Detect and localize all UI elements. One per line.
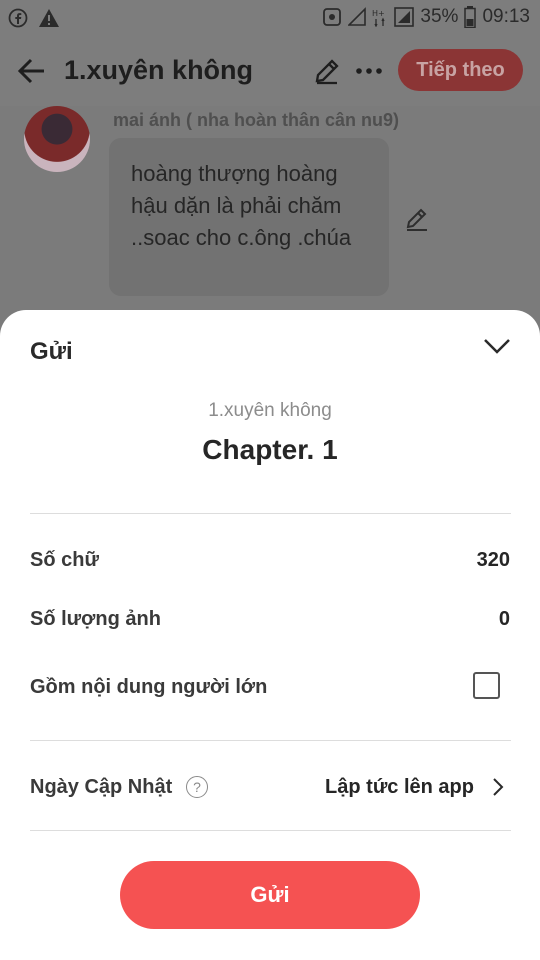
facebook-icon [8, 8, 28, 28]
svg-text:H+: H+ [372, 9, 385, 18]
adult-content-label: Gồm nội dung người lớn [30, 676, 268, 698]
pencil-icon[interactable] [404, 206, 430, 232]
avatar [24, 106, 90, 172]
word-count-value: 320 [476, 549, 510, 571]
pencil-icon[interactable] [312, 56, 342, 86]
status-bar: H+ 35% 09:13 [0, 0, 540, 36]
image-count-label: Số lượng ảnh [30, 608, 161, 630]
chevron-down-icon[interactable] [482, 334, 512, 358]
sheet-title: Gửi [30, 338, 73, 365]
battery-percent: 35% [420, 6, 459, 27]
divider [30, 830, 511, 831]
image-count-value: 0 [498, 608, 510, 630]
word-count-label: Số chữ [30, 549, 99, 571]
chapter-title: 1.xuyên không [64, 55, 254, 85]
warning-icon [38, 8, 60, 28]
data-icon: H+ [372, 7, 388, 27]
app-bar: 1.xuyên không Tiếp theo [0, 36, 540, 106]
help-icon[interactable]: ? [186, 776, 208, 798]
submit-button[interactable]: Gửi [120, 861, 420, 929]
nfc-icon [322, 7, 342, 27]
chapter-name: Chapter. 1 [202, 434, 338, 465]
battery-icon [464, 6, 477, 28]
story-name: 1.xuyên không [208, 400, 332, 421]
more-icon[interactable] [354, 56, 384, 86]
back-arrow-icon[interactable] [16, 54, 50, 88]
divider [30, 513, 511, 514]
chat-area: mai ánh ( nha hoàn thân cân nu9) hoàng t… [0, 106, 540, 326]
signal-icon [348, 7, 367, 27]
publish-sheet: Gửi 1.xuyên không Chapter. 1 Số chữ 320 … [0, 310, 540, 960]
update-date-label: Ngày Cập Nhật [30, 776, 173, 798]
clock: 09:13 [482, 6, 530, 27]
divider [30, 740, 511, 741]
speaker-name: mai ánh ( nha hoàn thân cân nu9) [113, 110, 400, 130]
chevron-right-icon[interactable] [490, 776, 506, 798]
update-date-value[interactable]: Lập tức lên app [325, 776, 474, 799]
signal-icon [394, 7, 415, 27]
next-button[interactable]: Tiếp theo [398, 49, 523, 91]
message-bubble[interactable]: hoàng thượng hoàng hậu dặn là phải chăm … [109, 138, 389, 296]
adult-content-checkbox[interactable] [473, 672, 500, 699]
